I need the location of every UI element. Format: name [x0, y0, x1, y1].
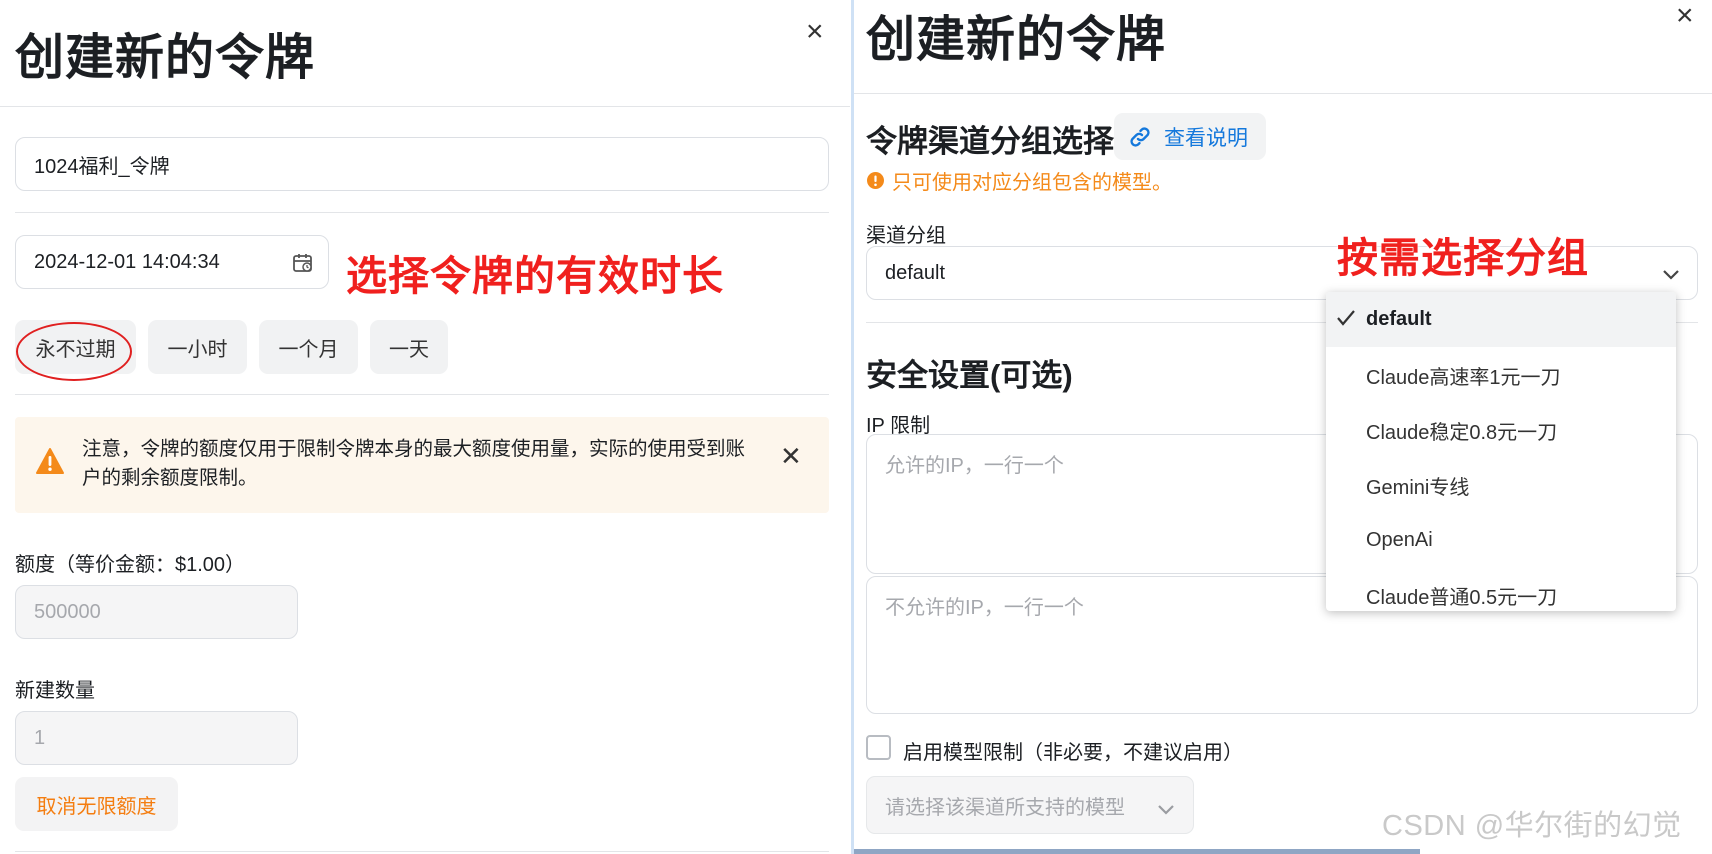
token-name-input[interactable]: 1024福利_令牌 [15, 137, 829, 191]
create-token-dialog-left: 创建新的令牌 × 1024福利_令牌 2024-12-01 14:04:34 选… [0, 0, 850, 854]
warning-text: 注意，令牌的额度仅用于限制令牌本身的最大额度使用量，实际的使用受到账户的剩余额度… [82, 438, 746, 489]
model-limit-checkbox[interactable] [866, 735, 891, 760]
model-limit-label: 启用模型限制（非必要，不建议启用） [903, 742, 1243, 764]
chevron-down-icon[interactable] [1661, 265, 1681, 288]
dialog-title: 创建新的令牌 [15, 31, 316, 85]
view-docs-link[interactable]: 查看说明 [1114, 113, 1266, 160]
quota-label: 额度（等价金额：$1.00） [15, 554, 246, 576]
expiry-date-input[interactable]: 2024-12-01 14:04:34 [15, 235, 329, 289]
watermark: CSDN @华尔街的幻觉 [1382, 810, 1682, 842]
group-hint-text: 只可使用对应分组包含的模型。 [892, 172, 1172, 194]
group-select-value: default [885, 261, 946, 284]
group-option-claude-fast[interactable]: Claude高速率1元一刀 [1326, 348, 1676, 403]
quota-warning-banner: 注意，令牌的额度仅用于限制令牌本身的最大额度使用量，实际的使用受到账户的剩余额度… [15, 417, 829, 513]
expire-option-month[interactable]: 一个月 [259, 320, 358, 374]
group-option-label: default [1366, 308, 1432, 330]
calendar-icon[interactable] [292, 252, 314, 280]
cancel-unlimited-quota-button[interactable]: 取消无限额度 [15, 777, 178, 831]
group-option-claude-stable[interactable]: Claude稳定0.8元一刀 [1326, 403, 1676, 458]
expiry-date-value: 2024-12-01 14:04:34 [34, 250, 220, 273]
check-icon [1336, 309, 1356, 333]
close-icon[interactable]: × [1676, 1, 1694, 31]
chevron-down-icon[interactable] [1157, 799, 1175, 822]
header-divider [854, 93, 1712, 94]
view-docs-label: 查看说明 [1164, 126, 1248, 150]
count-input[interactable]: 1 [15, 711, 298, 765]
group-option-openai[interactable]: OpenAi [1326, 513, 1676, 568]
expire-option-day[interactable]: 一天 [370, 320, 448, 374]
group-option-gemini[interactable]: Gemini专线 [1326, 458, 1676, 513]
divider [15, 212, 829, 213]
group-label: 渠道分组 [866, 225, 946, 247]
model-select[interactable]: 请选择该渠道所支持的模型 [866, 776, 1194, 834]
count-label: 新建数量 [15, 680, 95, 702]
group-dropdown-menu: default Claude高速率1元一刀 Claude稳定0.8元一刀 Gem… [1326, 292, 1676, 611]
expire-option-hour[interactable]: 一小时 [148, 320, 247, 374]
expiry-annotation: 选择令牌的有效时长 [346, 253, 724, 299]
dialog-title-right: 创建新的令牌 [866, 13, 1167, 67]
info-icon [867, 172, 884, 189]
group-option-claude-normal[interactable]: Claude普通0.5元一刀 [1326, 568, 1676, 611]
quota-input[interactable]: 500000 [15, 585, 298, 639]
link-icon [1128, 125, 1152, 149]
model-select-placeholder: 请选择该渠道所支持的模型 [885, 796, 1125, 819]
group-section-title: 令牌渠道分组选择 [866, 124, 1114, 159]
group-option-default[interactable]: default [1326, 292, 1676, 347]
warning-close-icon[interactable]: ✕ [780, 441, 802, 472]
highlight-circle [16, 322, 132, 381]
warning-icon [35, 447, 65, 480]
header-divider [0, 106, 850, 107]
divider [15, 394, 829, 395]
group-annotation: 按需选择分组 [1337, 235, 1589, 281]
scroll-indicator [854, 849, 1420, 854]
close-icon[interactable]: × [806, 17, 824, 47]
group-hint: 只可使用对应分组包含的模型。 [867, 166, 1172, 195]
security-section-title: 安全设置(可选) [866, 358, 1073, 393]
divider [15, 851, 829, 852]
